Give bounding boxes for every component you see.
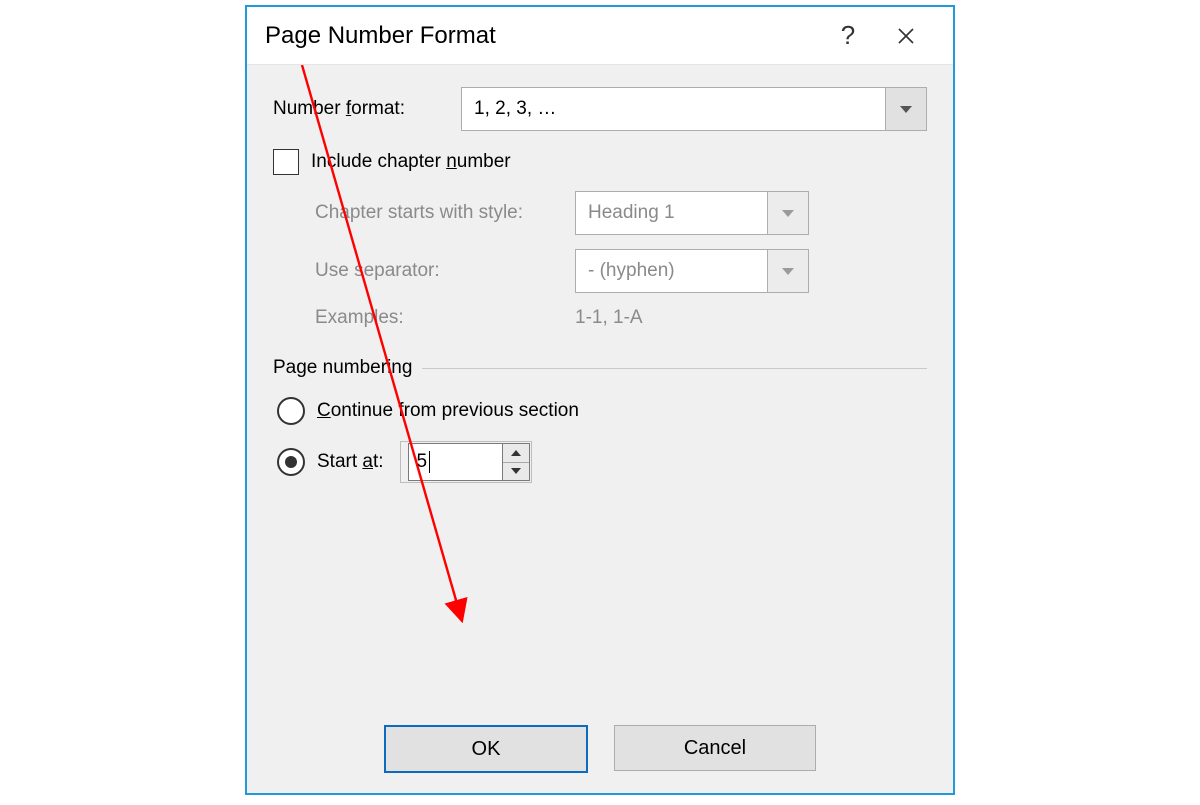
page-numbering-section-header: Page numbering bbox=[273, 357, 927, 379]
start-at-label: Start at: bbox=[317, 451, 384, 473]
include-chapter-label: Include chapter number bbox=[311, 151, 511, 173]
radio-button bbox=[277, 448, 305, 476]
chapter-style-select: Heading 1 bbox=[575, 191, 809, 235]
continue-radio[interactable]: Continue from previous section bbox=[277, 397, 927, 425]
separator-value: - (hyphen) bbox=[576, 260, 767, 282]
separator-dropdown-button bbox=[767, 250, 808, 292]
start-at-spinner-frame: 5 bbox=[402, 443, 530, 481]
triangle-down-icon bbox=[511, 468, 521, 474]
number-format-row: Number format: 1, 2, 3, … bbox=[273, 87, 927, 131]
dialog-button-row: OK Cancel bbox=[247, 725, 953, 773]
annotation-arrow bbox=[247, 65, 957, 805]
chapter-options-group: Chapter starts with style: Heading 1 Use… bbox=[273, 191, 927, 329]
separator-label: Use separator: bbox=[315, 260, 575, 282]
start-at-spinner[interactable]: 5 bbox=[408, 443, 530, 481]
include-chapter-checkbox[interactable]: Include chapter number bbox=[273, 149, 927, 175]
dialog-title: Page Number Format bbox=[265, 22, 819, 50]
chapter-style-label: Chapter starts with style: bbox=[315, 202, 575, 224]
radio-button bbox=[277, 397, 305, 425]
titlebar: Page Number Format ? bbox=[247, 7, 953, 64]
spinner-buttons bbox=[502, 444, 529, 480]
chevron-down-icon bbox=[782, 210, 794, 217]
radio-dot bbox=[285, 456, 297, 468]
page-number-format-dialog: Page Number Format ? Number format: 1, 2… bbox=[245, 5, 955, 795]
continue-label: Continue from previous section bbox=[317, 400, 579, 422]
help-button[interactable]: ? bbox=[819, 7, 877, 64]
close-button[interactable] bbox=[877, 7, 935, 64]
spinner-up-button[interactable] bbox=[503, 444, 529, 463]
separator-rule bbox=[422, 368, 927, 369]
spinner-down-button[interactable] bbox=[503, 463, 529, 481]
number-format-label: Number format: bbox=[273, 98, 461, 120]
number-format-value: 1, 2, 3, … bbox=[462, 98, 885, 120]
examples-label: Examples: bbox=[315, 307, 575, 329]
start-at-value[interactable]: 5 bbox=[409, 451, 502, 473]
page-numbering-title: Page numbering bbox=[273, 357, 422, 379]
examples-value: 1-1, 1-A bbox=[575, 307, 643, 329]
number-format-dropdown-button[interactable] bbox=[885, 88, 926, 130]
close-icon bbox=[897, 27, 915, 45]
chapter-style-value: Heading 1 bbox=[576, 202, 767, 224]
start-at-radio[interactable]: Start at: 5 bbox=[277, 443, 927, 481]
ok-button[interactable]: OK bbox=[384, 725, 588, 773]
triangle-up-icon bbox=[511, 450, 521, 456]
chevron-down-icon bbox=[900, 106, 912, 113]
chapter-style-dropdown-button bbox=[767, 192, 808, 234]
cancel-button[interactable]: Cancel bbox=[614, 725, 816, 771]
checkbox-box bbox=[273, 149, 299, 175]
separator-select: - (hyphen) bbox=[575, 249, 809, 293]
text-caret bbox=[429, 451, 430, 473]
number-format-select[interactable]: 1, 2, 3, … bbox=[461, 87, 927, 131]
chevron-down-icon bbox=[782, 268, 794, 275]
dialog-body: Number format: 1, 2, 3, … Include chapte… bbox=[247, 64, 953, 793]
